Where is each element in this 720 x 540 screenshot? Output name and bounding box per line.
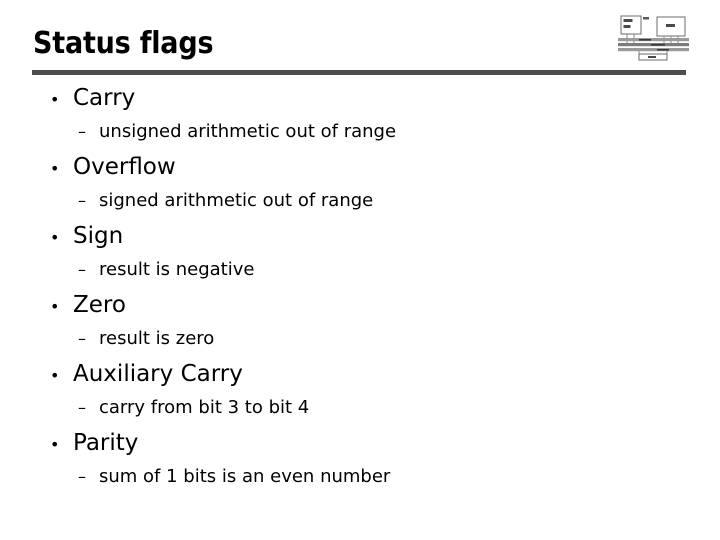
list-item: • Carry – unsigned arithmetic out of ran…: [0, 83, 720, 152]
flag-detail-zero: – result is zero: [78, 326, 214, 352]
flag-description: signed arithmetic out of range: [99, 190, 374, 211]
bullet-marker-icon: •: [50, 297, 60, 316]
dash-marker-icon: –: [78, 467, 86, 486]
flag-detail-parity: – sum of 1 bits is an even number: [78, 464, 390, 490]
flag-name: Auxiliary Carry: [73, 361, 243, 387]
bullet-marker-icon: •: [50, 228, 60, 247]
bullet-marker-icon: •: [50, 435, 60, 454]
flag-bullet-overflow: • Overflow: [50, 152, 176, 184]
computer-bus-block-diagram-icon: [617, 12, 691, 62]
flag-bullet-sign: • Sign: [50, 221, 123, 253]
flag-description: sum of 1 bits is an even number: [99, 466, 391, 487]
bullet-marker-icon: •: [50, 366, 60, 385]
title-divider: [32, 70, 686, 75]
flag-name: Carry: [73, 85, 136, 111]
flag-bullet-carry: • Carry: [50, 83, 135, 115]
flag-name: Zero: [73, 292, 126, 318]
flag-detail-carry: – unsigned arithmetic out of range: [78, 119, 396, 145]
slide-canvas: Status flags • Carry – unsigned arithmet…: [0, 0, 720, 540]
dash-marker-icon: –: [78, 191, 86, 210]
list-item: • Auxiliary Carry – carry from bit 3 to …: [0, 359, 720, 428]
list-item: • Overflow – signed arithmetic out of ra…: [0, 152, 720, 221]
status-flags-list: • Carry – unsigned arithmetic out of ran…: [0, 83, 720, 497]
flag-name: Parity: [73, 430, 139, 456]
dash-marker-icon: –: [78, 122, 86, 141]
dash-marker-icon: –: [78, 260, 86, 279]
flag-name: Overflow: [73, 154, 176, 180]
flag-bullet-parity: • Parity: [50, 428, 138, 460]
flag-bullet-zero: • Zero: [50, 290, 126, 322]
list-item: • Sign – result is negative: [0, 221, 720, 290]
flag-description: unsigned arithmetic out of range: [99, 121, 397, 142]
flag-detail-overflow: – signed arithmetic out of range: [78, 188, 373, 214]
page-title: Status flags: [33, 26, 214, 61]
flag-description: result is negative: [99, 259, 255, 280]
flag-detail-auxiliary-carry: – carry from bit 3 to bit 4: [78, 395, 309, 421]
bullet-marker-icon: •: [50, 159, 60, 178]
dash-marker-icon: –: [78, 329, 86, 348]
flag-description: carry from bit 3 to bit 4: [99, 397, 310, 418]
flag-detail-sign: – result is negative: [78, 257, 254, 283]
dash-marker-icon: –: [78, 398, 86, 417]
list-item: • Zero – result is zero: [0, 290, 720, 359]
flag-bullet-auxiliary-carry: • Auxiliary Carry: [50, 359, 243, 391]
bullet-marker-icon: •: [50, 90, 60, 109]
flag-description: result is zero: [99, 328, 215, 349]
list-item: • Parity – sum of 1 bits is an even numb…: [0, 428, 720, 497]
flag-name: Sign: [73, 223, 124, 249]
